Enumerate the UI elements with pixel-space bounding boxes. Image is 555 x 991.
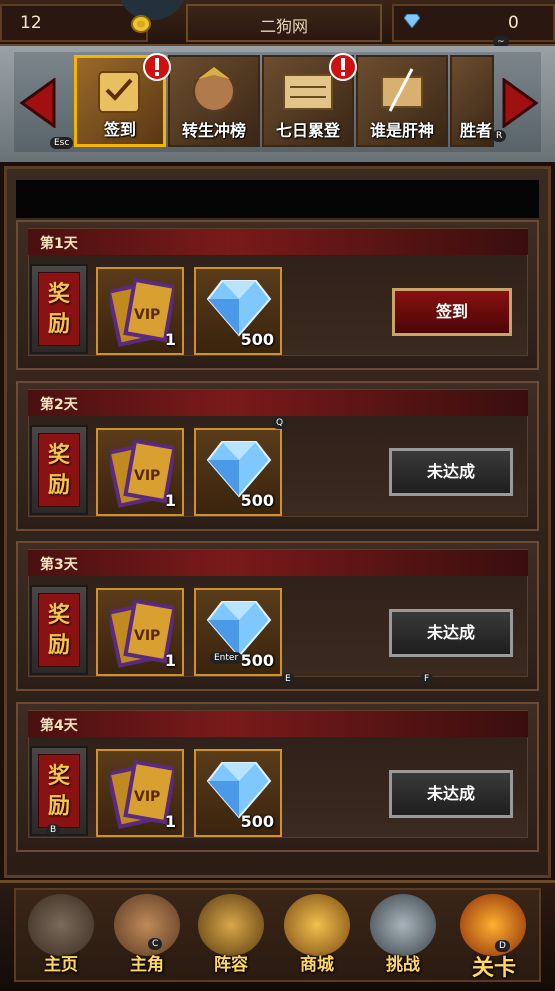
stage-icon	[460, 894, 526, 956]
svg-text:VIP: VIP	[134, 628, 160, 644]
player-name: 二狗网	[259, 17, 308, 36]
tower-icon	[28, 894, 94, 956]
key-hint-b: B	[46, 824, 61, 836]
alert-icon	[143, 53, 171, 81]
player-level: 12	[20, 13, 42, 33]
tab-label: 转生冲榜	[181, 121, 246, 140]
reward-badge: 奖 励	[30, 746, 88, 836]
alert-icon	[329, 53, 357, 81]
nav-label: 商城	[300, 955, 334, 975]
day-label: 第4天	[40, 718, 78, 734]
tab-label: 谁是肝神	[369, 121, 434, 140]
reward-badge-inner: 奖 励	[38, 433, 80, 507]
not-reached-button[interactable]: 未达成	[389, 770, 513, 818]
tab-label: 签到	[103, 120, 136, 139]
nav-stage[interactable]: 关卡	[448, 890, 540, 981]
helmet-icon	[198, 894, 264, 956]
reward-char: 励	[47, 794, 70, 819]
vip-qty: 1	[164, 491, 176, 510]
diamond-slot[interactable]: 500	[194, 428, 282, 516]
reward-char: 励	[47, 633, 70, 658]
vip-card-slot[interactable]: VIP 1	[96, 267, 184, 355]
reward-char: 励	[47, 473, 70, 498]
diamond-qty: 500	[240, 812, 274, 831]
key-hint-c: C	[148, 938, 163, 950]
nav-label: 挑战	[386, 955, 420, 975]
key-hint-d: D	[495, 940, 510, 952]
svg-text:VIP: VIP	[134, 307, 160, 323]
diamond-icon	[206, 601, 272, 658]
vip-qty: 1	[164, 651, 176, 670]
day-header	[28, 229, 528, 255]
tab-top-grinder[interactable]: 谁是肝神	[356, 55, 448, 147]
not-reached-button[interactable]: 未达成	[389, 448, 513, 496]
vip-qty: 1	[164, 812, 176, 831]
vip-qty: 1	[164, 330, 176, 349]
reward-badge-inner: 奖 励	[38, 272, 80, 346]
chest-icon	[284, 894, 350, 956]
nav-label: 关卡	[471, 956, 516, 981]
diamond-slot[interactable]: 500	[194, 749, 282, 837]
day-header	[28, 711, 528, 737]
key-hint-esc: Esc	[50, 137, 74, 149]
nav-hero[interactable]: 主角	[106, 890, 188, 980]
diamond-icon	[206, 441, 272, 498]
gem-count: 0	[508, 13, 519, 33]
diamond-icon	[206, 280, 272, 337]
key-hint-e: E	[281, 673, 295, 685]
diamond-qty: 500	[240, 491, 274, 510]
reward-badge: 奖 励	[30, 425, 88, 515]
tab-label: 七日累登	[275, 121, 340, 140]
day-header	[28, 550, 528, 576]
reward-char: 奖	[47, 603, 70, 628]
nav-lineup[interactable]: 阵容	[190, 890, 272, 980]
reward-char: 励	[47, 312, 70, 337]
tab-label: 胜者	[460, 121, 493, 140]
not-reached-button[interactable]: 未达成	[389, 609, 513, 657]
nav-label: 主角	[130, 955, 164, 975]
vip-card-slot[interactable]: VIP 1	[96, 428, 184, 516]
reward-char: 奖	[47, 443, 70, 468]
reward-badge-inner: 奖 励	[38, 593, 80, 667]
tab-winner[interactable]: 胜者	[450, 55, 494, 147]
coin-icon	[131, 15, 151, 33]
day-label: 第3天	[40, 557, 78, 573]
nav-home[interactable]: 主页	[20, 890, 102, 980]
nav-challenge[interactable]: 挑战	[362, 890, 444, 980]
nav-label: 阵容	[214, 955, 248, 975]
tab-rebirth-rank[interactable]: 转生冲榜	[168, 55, 260, 147]
key-hint-f: F	[420, 673, 434, 685]
warrior-portrait-icon	[193, 67, 235, 112]
reward-badge-inner: 奖 励	[38, 754, 80, 828]
axes-icon	[370, 894, 436, 956]
key-hint-r: R	[492, 130, 507, 142]
day-header	[28, 390, 528, 416]
sign-in-button[interactable]: 签到	[392, 288, 512, 336]
day-label: 第1天	[40, 236, 78, 252]
arrow-right-icon[interactable]	[500, 78, 540, 128]
key-hint-enter: Enter	[210, 652, 243, 664]
diamond-qty: 500	[240, 330, 274, 349]
day-label: 第2天	[40, 397, 78, 413]
diamond-icon	[206, 762, 272, 819]
reward-char: 奖	[47, 282, 70, 307]
reward-badge: 奖 励	[30, 264, 88, 354]
nav-label: 主页	[44, 955, 78, 975]
diamond-qty: 500	[240, 651, 274, 670]
svg-text:VIP: VIP	[134, 468, 160, 484]
diamond-slot[interactable]: 500	[194, 267, 282, 355]
diamond-icon	[404, 14, 420, 28]
scroll-quill-icon	[381, 68, 423, 112]
key-hint-q: Q	[272, 417, 288, 429]
vip-card-slot[interactable]: VIP 1	[96, 749, 184, 837]
vip-card-slot[interactable]: VIP 1	[96, 588, 184, 676]
arrow-left-icon[interactable]	[18, 78, 58, 128]
svg-text:VIP: VIP	[134, 789, 160, 805]
reward-badge: 奖 励	[30, 585, 88, 675]
panel-header-bar	[16, 180, 539, 218]
nav-shop[interactable]: 商城	[276, 890, 358, 980]
reward-char: 奖	[47, 764, 70, 789]
hero-icon	[114, 894, 180, 956]
